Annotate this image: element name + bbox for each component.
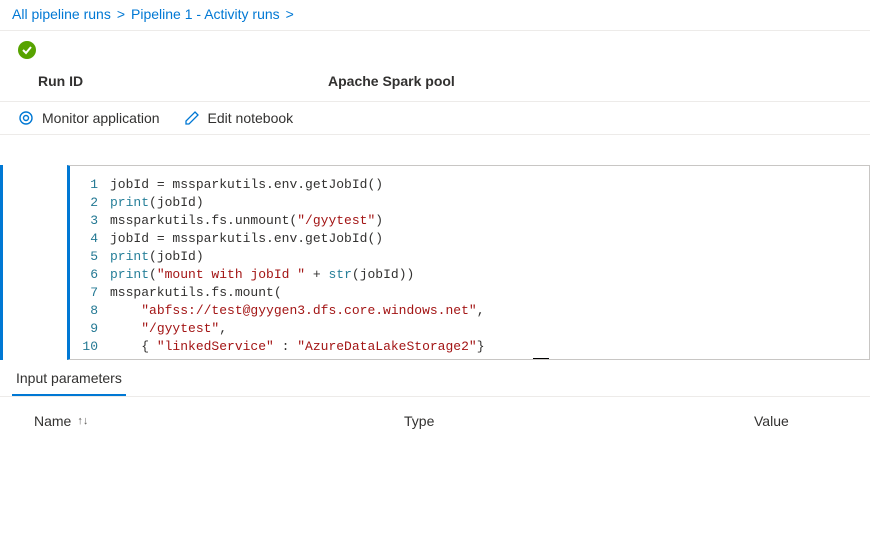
- params-tab-row: Input parameters: [0, 360, 870, 397]
- line-number: 3: [70, 212, 110, 230]
- code-line[interactable]: 6print("mount with jobId " + str(jobId)): [70, 266, 869, 284]
- code-line[interactable]: 9 "/gyytest",: [70, 320, 869, 338]
- sort-icon: ↑↓: [77, 415, 88, 427]
- breadcrumb: All pipeline runs > Pipeline 1 - Activit…: [0, 0, 870, 31]
- line-number: 2: [70, 194, 110, 212]
- monitor-label: Monitor application: [42, 110, 160, 126]
- toolbar: Monitor application Edit notebook: [0, 101, 870, 135]
- edit-notebook-button[interactable]: Edit notebook: [184, 110, 294, 126]
- spark-pool-label: Apache Spark pool: [328, 73, 455, 89]
- success-status-icon: [18, 41, 36, 59]
- code-line[interactable]: 10 { "linkedService" : "AzureDataLakeSto…: [70, 338, 869, 356]
- code-line[interactable]: 4jobId = mssparkutils.env.getJobId(): [70, 230, 869, 248]
- code-content[interactable]: jobId = mssparkutils.env.getJobId(): [110, 230, 869, 248]
- line-number: 6: [70, 266, 110, 284]
- breadcrumb-all-runs[interactable]: All pipeline runs: [12, 6, 111, 22]
- code-line[interactable]: 7mssparkutils.fs.mount(: [70, 284, 869, 302]
- code-content[interactable]: { "linkedService" : "AzureDataLakeStorag…: [110, 338, 869, 356]
- line-number: 1: [70, 176, 110, 194]
- code-editor[interactable]: 1jobId = mssparkutils.env.getJobId()2pri…: [67, 165, 870, 360]
- col-header-type[interactable]: Type: [404, 413, 754, 429]
- line-number: 5: [70, 248, 110, 266]
- line-number: 9: [70, 320, 110, 338]
- tab-input-parameters[interactable]: Input parameters: [12, 360, 126, 396]
- code-line[interactable]: 5print(jobId): [70, 248, 869, 266]
- run-id-label: Run ID: [38, 73, 83, 89]
- code-content[interactable]: print("mount with jobId " + str(jobId)): [110, 266, 869, 284]
- line-number: 4: [70, 230, 110, 248]
- chevron-right-icon: >: [117, 6, 125, 22]
- breadcrumb-pipeline[interactable]: Pipeline 1 - Activity runs: [131, 6, 280, 22]
- code-content[interactable]: mssparkutils.fs.unmount("/gyytest"): [110, 212, 869, 230]
- code-line[interactable]: 2print(jobId): [70, 194, 869, 212]
- line-number: 7: [70, 284, 110, 302]
- col-header-value[interactable]: Value: [754, 413, 846, 429]
- code-content[interactable]: jobId = mssparkutils.env.getJobId(): [110, 176, 869, 194]
- target-icon: [18, 110, 34, 126]
- col-name-label: Name: [34, 413, 71, 429]
- line-number: 8: [70, 302, 110, 320]
- code-line[interactable]: 8 "abfss://test@gyygen3.dfs.core.windows…: [70, 302, 869, 320]
- monitor-application-button[interactable]: Monitor application: [18, 110, 160, 126]
- code-line[interactable]: 3mssparkutils.fs.unmount("/gyytest"): [70, 212, 869, 230]
- code-content[interactable]: print(jobId): [110, 248, 869, 266]
- code-content[interactable]: "abfss://test@gyygen3.dfs.core.windows.n…: [110, 302, 869, 320]
- pencil-icon: [184, 110, 200, 126]
- params-table-header: Name ↑↓ Type Value: [0, 397, 870, 445]
- chevron-right-icon: >: [286, 6, 294, 22]
- code-content[interactable]: print(jobId): [110, 194, 869, 212]
- resize-handle[interactable]: [533, 358, 549, 360]
- code-content[interactable]: "/gyytest",: [110, 320, 869, 338]
- code-line[interactable]: 1jobId = mssparkutils.env.getJobId(): [70, 176, 869, 194]
- run-info-row: Run ID Apache Spark pool: [0, 63, 870, 101]
- status-row: [0, 31, 870, 63]
- cell-accent-bar: [0, 165, 3, 360]
- code-content[interactable]: mssparkutils.fs.mount(: [110, 284, 869, 302]
- col-header-name[interactable]: Name ↑↓: [24, 413, 404, 429]
- edit-label: Edit notebook: [208, 110, 294, 126]
- line-number: 10: [70, 338, 110, 356]
- code-area: 1jobId = mssparkutils.env.getJobId()2pri…: [0, 135, 870, 360]
